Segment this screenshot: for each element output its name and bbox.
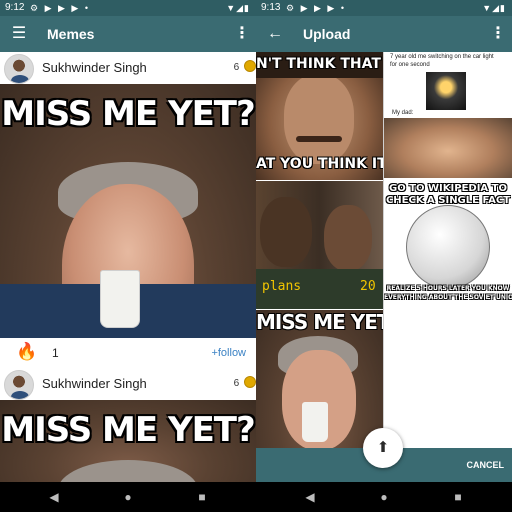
post-actions: 🔥 1 +follow (0, 338, 256, 368)
meme-cup (100, 270, 140, 328)
tile-caption-top: MISS ME YET? (256, 310, 383, 334)
image-gallery: N'T THINK THAT ME AT YOU THINK IT ME 7 y… (256, 52, 512, 448)
page-title: Upload (303, 26, 351, 42)
notification-icons: ⚙ ▶ ▶ ▶ • (30, 3, 90, 13)
nav-home-icon[interactable]: ● (372, 482, 396, 512)
gallery-divider (383, 52, 384, 448)
tile-face-right (324, 205, 372, 271)
system-nav-bar: ◀ ● ■ ◀ ● ■ (0, 482, 512, 512)
upload-screen: 9:13 ⚙ ▶ ▶ ▶ • ▼◢▮ ← Upload ⋮ N'T THINK … (256, 0, 512, 482)
avatar[interactable] (4, 370, 34, 400)
notification-icons: ⚙ ▶ ▶ ▶ • (286, 3, 346, 13)
memes-screen: 9:12 ⚙ ▶ ▶ ▶ • ▼◢▮ ☰ Memes ⋮ Sukhwinder … (0, 0, 256, 482)
coin-icon (244, 376, 256, 388)
nav-back-icon[interactable]: ◀ (42, 482, 66, 512)
tile-caption-top-2: CHECK A SINGLE FACT (385, 195, 511, 206)
coin-icon (244, 60, 256, 72)
post-header[interactable]: Sukhwinder Singh 6 (0, 368, 256, 400)
coin-count: 6 (234, 52, 256, 84)
fire-icon[interactable]: 🔥 (16, 342, 37, 362)
tile-cup (302, 402, 328, 442)
coin-count-value: 6 (233, 62, 240, 73)
wikipedia-globe-icon (406, 205, 490, 289)
nav-recents-icon[interactable]: ■ (446, 482, 470, 512)
tile-face-left (260, 197, 312, 267)
tile-subtitle-left: plans (262, 279, 302, 294)
app-bar: ☰ Memes ⋮ (0, 16, 256, 52)
tile-face (284, 74, 354, 164)
page-title: Memes (47, 26, 95, 42)
reaction-count: 1 (52, 346, 59, 360)
post-header[interactable]: Sukhwinder Singh 6 (0, 52, 256, 84)
cloud-upload-button[interactable]: ⬆ (363, 428, 403, 468)
tile-text-2: for one second (390, 62, 430, 68)
meme-image[interactable]: MISS ME YET? (0, 84, 256, 340)
tile-subtitle-right: 20 (360, 279, 376, 294)
nav-back-icon[interactable]: ◀ (298, 482, 322, 512)
username[interactable]: Sukhwinder Singh (42, 368, 147, 400)
gallery-tile-car-light[interactable]: 7 year old me switching on the car light… (384, 52, 512, 180)
tile-caption-bottom-1: REALIZE 5 HOURS LATER YOU KNOW (386, 285, 510, 292)
signal-battery-icons: ▼◢▮ (482, 3, 506, 13)
menu-icon[interactable]: ☰ (8, 16, 30, 52)
tile-photo-dad (384, 118, 512, 178)
cancel-button[interactable]: CANCEL (467, 448, 505, 482)
back-arrow-icon[interactable]: ← (264, 16, 286, 52)
status-time: 9:13 (261, 2, 281, 13)
tile-caption-top-1: GO TO WIKIPEDIA TO (389, 183, 507, 194)
more-options-icon[interactable]: ⋮ (490, 16, 506, 52)
gallery-tile-miss-me-yet[interactable]: MISS ME YET? (256, 310, 383, 448)
nav-home-icon[interactable]: ● (116, 482, 140, 512)
cloud-upload-icon: ⬆ (376, 439, 390, 456)
tile-caption-bottom: AT YOU THINK IT ME (256, 156, 383, 172)
upload-bottom-bar: ⬆ CANCEL (256, 428, 512, 482)
follow-button[interactable]: +follow (211, 338, 246, 368)
app-bar: ← Upload ⋮ (256, 16, 512, 52)
username[interactable]: Sukhwinder Singh (42, 52, 147, 84)
tile-mustache (296, 136, 342, 142)
tile-text-1: 7 year old me switching on the car light (390, 54, 494, 60)
gallery-tile-plans[interactable]: plans 20 (256, 181, 383, 309)
more-options-icon[interactable]: ⋮ (234, 16, 250, 52)
status-time: 9:12 (5, 2, 25, 13)
signal-battery-icons: ▼◢▮ (226, 3, 250, 13)
tile-text-3: My dad: (392, 110, 414, 116)
nav-recents-icon[interactable]: ■ (190, 482, 214, 512)
tile-photo-light (426, 72, 466, 110)
status-bar: 9:12 ⚙ ▶ ▶ ▶ • ▼◢▮ (0, 0, 256, 16)
coin-count: 6 (234, 368, 256, 400)
meme-caption: MISS ME YET? (1, 410, 255, 450)
meme-caption: MISS ME YET? (1, 94, 255, 134)
tile-caption-top: N'T THINK THAT ME (256, 56, 383, 72)
coin-count-value: 6 (233, 378, 240, 389)
meme-hair (58, 460, 198, 482)
avatar[interactable] (4, 54, 34, 84)
gallery-tile-inigo[interactable]: N'T THINK THAT ME AT YOU THINK IT ME (256, 52, 383, 180)
gallery-tile-wikipedia[interactable]: GO TO WIKIPEDIA TO CHECK A SINGLE FACT R… (384, 181, 512, 309)
tile-caption-bottom-2: EVERYTHING ABOUT THE SOVIET UNION (384, 294, 512, 301)
meme-image[interactable]: MISS ME YET? (0, 400, 256, 482)
status-bar: 9:13 ⚙ ▶ ▶ ▶ • ▼◢▮ (256, 0, 512, 16)
